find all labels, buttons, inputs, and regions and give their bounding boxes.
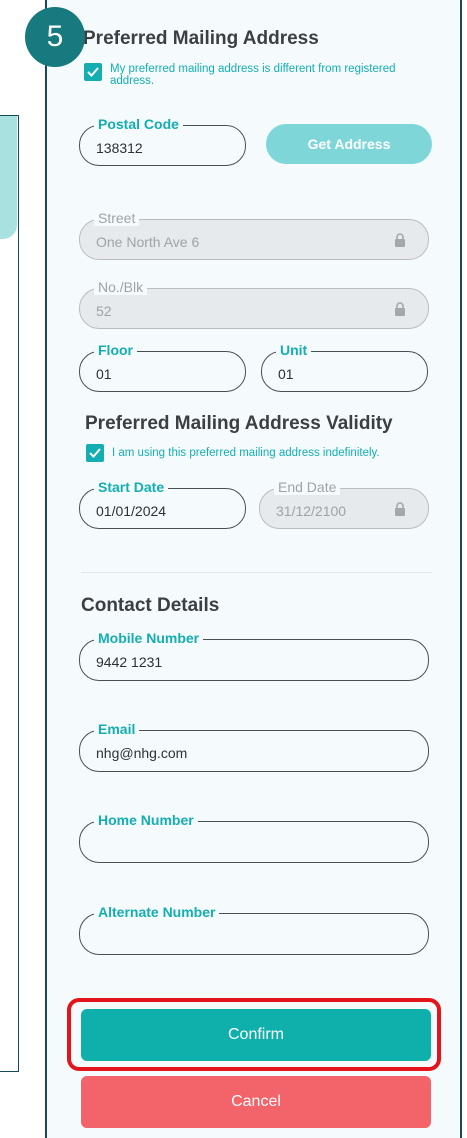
mailing-address-form: Preferred Mailing Address My preferred m…: [45, 0, 462, 1138]
end-date-field: End Date 31/12/2100: [259, 479, 429, 529]
different-address-checkbox[interactable]: [84, 63, 102, 81]
section-divider: [81, 572, 432, 573]
home-number-field[interactable]: Home Number: [79, 812, 429, 863]
email-label: Email: [94, 721, 140, 737]
mobile-number-label: Mobile Number: [94, 630, 204, 646]
get-address-button[interactable]: Get Address: [266, 124, 432, 164]
block-value: 52: [96, 303, 112, 319]
lock-icon: [395, 233, 405, 247]
indefinite-checkbox-row[interactable]: I am using this preferred mailing addres…: [86, 444, 446, 462]
alternate-number-field[interactable]: Alternate Number: [79, 904, 429, 955]
floor-label: Floor: [94, 342, 137, 358]
email-value[interactable]: nhg@nhg.com: [96, 745, 187, 761]
confirm-button[interactable]: Confirm: [81, 1009, 431, 1061]
floor-value[interactable]: 01: [96, 366, 112, 382]
block-label: No./Blk: [94, 279, 148, 295]
street-field: Street One North Ave 6: [79, 210, 429, 260]
validity-title: Preferred Mailing Address Validity: [85, 413, 393, 434]
mobile-number-value[interactable]: 9442 1231: [96, 654, 162, 670]
indefinite-checkbox[interactable]: [86, 444, 104, 462]
start-date-field[interactable]: Start Date 01/01/2024: [79, 479, 246, 529]
mailing-address-title: Preferred Mailing Address: [83, 28, 319, 49]
start-date-value[interactable]: 01/01/2024: [96, 503, 166, 519]
end-date-label: End Date: [274, 479, 341, 495]
alternate-number-label: Alternate Number: [94, 904, 220, 920]
start-date-label: Start Date: [94, 479, 169, 495]
unit-label: Unit: [276, 342, 312, 358]
check-icon: [87, 67, 99, 77]
postal-code-field[interactable]: Postal Code 138312: [79, 116, 246, 166]
lock-icon: [395, 502, 405, 516]
lock-icon: [395, 302, 405, 316]
unit-field[interactable]: Unit 01: [261, 342, 428, 392]
home-number-label: Home Number: [94, 812, 198, 828]
street-label: Street: [94, 210, 140, 226]
mobile-number-field[interactable]: Mobile Number 9442 1231: [79, 630, 429, 681]
contact-details-title: Contact Details: [81, 595, 220, 616]
postal-code-value[interactable]: 138312: [96, 140, 143, 156]
indefinite-checkbox-label: I am using this preferred mailing addres…: [112, 447, 380, 459]
step-badge: 5: [25, 7, 85, 67]
background-panel: [0, 115, 19, 1072]
street-value: One North Ave 6: [96, 234, 200, 250]
different-address-checkbox-label: My preferred mailing address is differen…: [110, 63, 396, 87]
email-field[interactable]: Email nhg@nhg.com: [79, 721, 429, 772]
unit-value[interactable]: 01: [278, 366, 294, 382]
check-icon: [89, 448, 101, 458]
floor-field[interactable]: Floor 01: [79, 342, 246, 392]
postal-code-label: Postal Code: [94, 116, 183, 132]
end-date-value: 31/12/2100: [276, 503, 347, 519]
block-field: No./Blk 52: [79, 279, 429, 329]
background-panel-accent: [0, 116, 17, 239]
different-address-checkbox-row[interactable]: My preferred mailing address is differen…: [84, 63, 424, 87]
cancel-button[interactable]: Cancel: [81, 1076, 431, 1128]
